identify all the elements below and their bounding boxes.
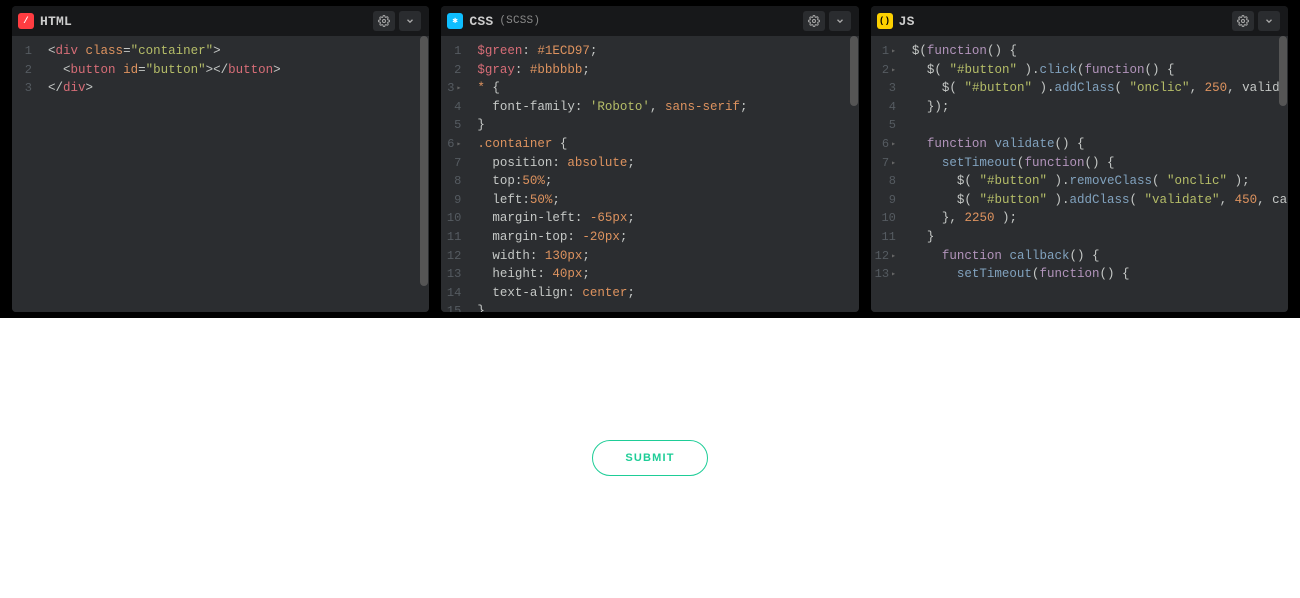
code-area-css[interactable]: 123456789101112131415 $green: #1ECD97;$g… <box>441 36 858 312</box>
panel-title-text: JS <box>899 14 915 29</box>
scrollbar-js[interactable] <box>1278 36 1288 312</box>
panel-title-html: / HTML <box>18 13 78 29</box>
code-html[interactable]: <div class="container"> <button id="butt… <box>40 36 429 312</box>
panel-title-text: HTML <box>40 14 72 29</box>
panel-controls-css <box>803 11 851 31</box>
gutter-html: 123 <box>12 36 40 312</box>
scrollbar-thumb-css[interactable] <box>850 36 858 106</box>
js-badge-icon: () <box>877 13 893 29</box>
panel-controls-html <box>373 11 421 31</box>
gutter-js: 12345678910111213 <box>871 36 904 312</box>
scrollbar-thumb-js[interactable] <box>1279 36 1287 106</box>
gear-icon[interactable] <box>803 11 825 31</box>
panel-header-js: () JS <box>871 6 1288 36</box>
panel-title-sub: (SCSS) <box>499 15 540 27</box>
scrollbar-html[interactable] <box>419 36 429 312</box>
panel-title-js: () JS <box>877 13 921 29</box>
panel-title-css: ✱ CSS (SCSS) <box>447 13 540 29</box>
code-area-html[interactable]: 123 <div class="container"> <button id="… <box>12 36 429 312</box>
panel-html: / HTML 123 <div class="container"> <butt… <box>12 6 429 312</box>
submit-button[interactable]: SUBMIT <box>592 440 708 476</box>
scrollbar-css[interactable] <box>849 36 859 312</box>
editor-row: / HTML 123 <div class="container"> <butt… <box>0 0 1300 318</box>
code-js[interactable]: $(function() { $( "#button" ).click(func… <box>904 36 1288 312</box>
css-badge-icon: ✱ <box>447 13 463 29</box>
html-badge-icon: / <box>18 13 34 29</box>
chevron-down-icon[interactable] <box>399 11 421 31</box>
panel-controls-js <box>1232 11 1280 31</box>
panel-css: ✱ CSS (SCSS) 123456789101112131415 $gree… <box>441 6 858 312</box>
chevron-down-icon[interactable] <box>829 11 851 31</box>
chevron-down-icon[interactable] <box>1258 11 1280 31</box>
gutter-css: 123456789101112131415 <box>441 36 469 312</box>
gear-icon[interactable] <box>1232 11 1254 31</box>
scrollbar-thumb-html[interactable] <box>420 36 428 286</box>
output-preview: SUBMIT <box>0 318 1300 598</box>
panel-title-text: CSS <box>469 14 493 29</box>
panel-header-css: ✱ CSS (SCSS) <box>441 6 858 36</box>
gear-icon[interactable] <box>373 11 395 31</box>
panel-header-html: / HTML <box>12 6 429 36</box>
panel-js: () JS 12345678910111213 $(function() { $… <box>871 6 1288 312</box>
code-css[interactable]: $green: #1ECD97;$gray: #bbbbbb;* { font-… <box>469 36 858 312</box>
code-area-js[interactable]: 12345678910111213 $(function() { $( "#bu… <box>871 36 1288 312</box>
